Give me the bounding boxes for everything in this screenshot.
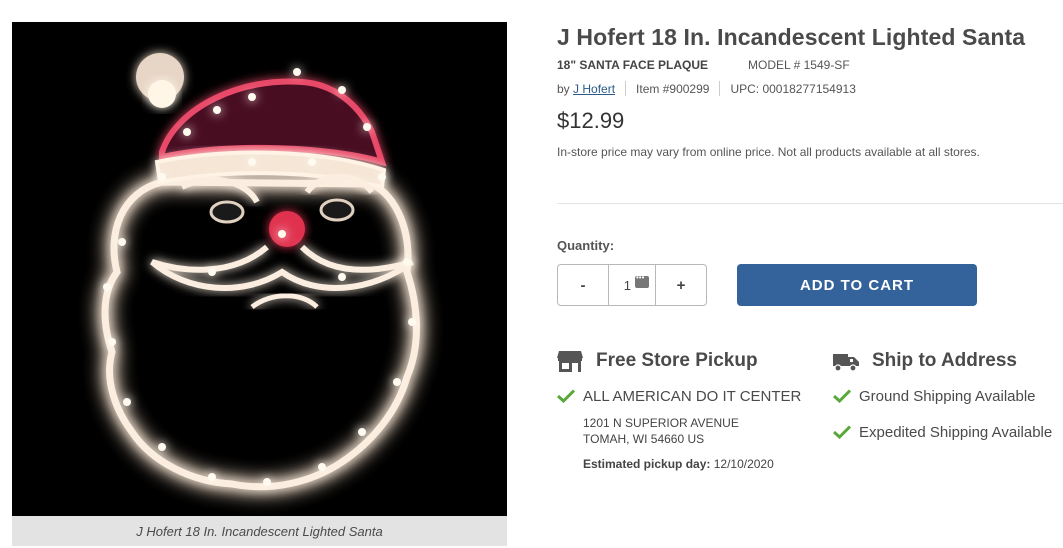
santa-image	[12, 22, 507, 516]
product-title: J Hofert 18 In. Incandescent Lighted San…	[557, 24, 1026, 50]
estimated-pickup-label: Estimated pickup day:	[583, 457, 711, 471]
truck-icon	[833, 354, 859, 372]
item-number: Item #900299	[636, 81, 710, 96]
store-pickup-title: Free Store Pickup	[596, 350, 758, 371]
quantity-input[interactable]: 1	[608, 265, 656, 305]
address-line-2: TOMAH, WI 54660 US	[583, 432, 705, 446]
product-subtitle: 18" SANTA FACE PLAQUE	[557, 58, 709, 72]
upc-number: UPC: 00018277154913	[730, 81, 856, 96]
check-icon	[833, 389, 851, 403]
estimated-pickup-value: 12/10/2020	[713, 457, 774, 471]
ship-to-address-section: Ship to Address Ground Shipping Availabl…	[833, 348, 1063, 442]
product-image[interactable]	[12, 22, 507, 516]
divider	[625, 81, 627, 96]
quantity-stepper: - 1 +	[557, 264, 707, 306]
store-icon	[557, 351, 583, 372]
check-icon	[833, 425, 851, 439]
product-subtitle-row: 18" SANTA FACE PLAQUE MODEL # 1549-SF	[557, 58, 1057, 72]
pickup-store-name: ALL AMERICAN DO IT CENTER	[583, 387, 802, 405]
by-prefix: by	[557, 81, 570, 96]
quantity-label: Quantity:	[557, 238, 615, 253]
pickup-store-line: ALL AMERICAN DO IT CENTER	[557, 386, 817, 406]
ship-option-expedited: Expedited Shipping Available	[859, 423, 1053, 441]
divider	[719, 81, 721, 96]
ship-option-ground: Ground Shipping Available	[859, 387, 1036, 405]
quantity-increase-button[interactable]: +	[656, 265, 706, 305]
product-image-panel: J Hofert 18 In. Incandescent Lighted San…	[12, 22, 507, 546]
quantity-value: 1	[623, 277, 631, 293]
price: $12.99	[557, 108, 625, 133]
estimated-pickup-day: Estimated pickup day: 12/10/2020	[583, 457, 817, 471]
store-pickup-section: Free Store Pickup ALL AMERICAN DO IT CEN…	[557, 348, 817, 471]
ship-option: Ground Shipping Available	[833, 386, 1063, 406]
brand-link[interactable]: J Hofert	[573, 82, 615, 96]
address-line-1: 1201 N SUPERIOR AVENUE	[583, 416, 739, 430]
check-icon	[557, 389, 575, 403]
store-pickup-header: Free Store Pickup	[557, 348, 817, 374]
ship-title: Ship to Address	[872, 350, 1017, 371]
quantity-decrease-button[interactable]: -	[558, 265, 608, 305]
ship-header: Ship to Address	[833, 348, 1063, 374]
price-note: In-store price may vary from online pric…	[557, 145, 980, 159]
section-divider	[557, 203, 1063, 204]
ship-option: Expedited Shipping Available	[833, 422, 1063, 442]
product-details: J Hofert 18 In. Incandescent Lighted San…	[557, 22, 1063, 471]
keypad-icon	[635, 273, 649, 288]
image-caption: J Hofert 18 In. Incandescent Lighted San…	[12, 516, 507, 546]
model-number: MODEL # 1549-SF	[748, 58, 850, 72]
pickup-address: 1201 N SUPERIOR AVENUE TOMAH, WI 54660 U…	[583, 415, 817, 447]
add-to-cart-button[interactable]: ADD TO CART	[737, 264, 977, 306]
product-meta-row: by J Hofert Item #900299 UPC: 0001827715…	[557, 81, 1057, 96]
